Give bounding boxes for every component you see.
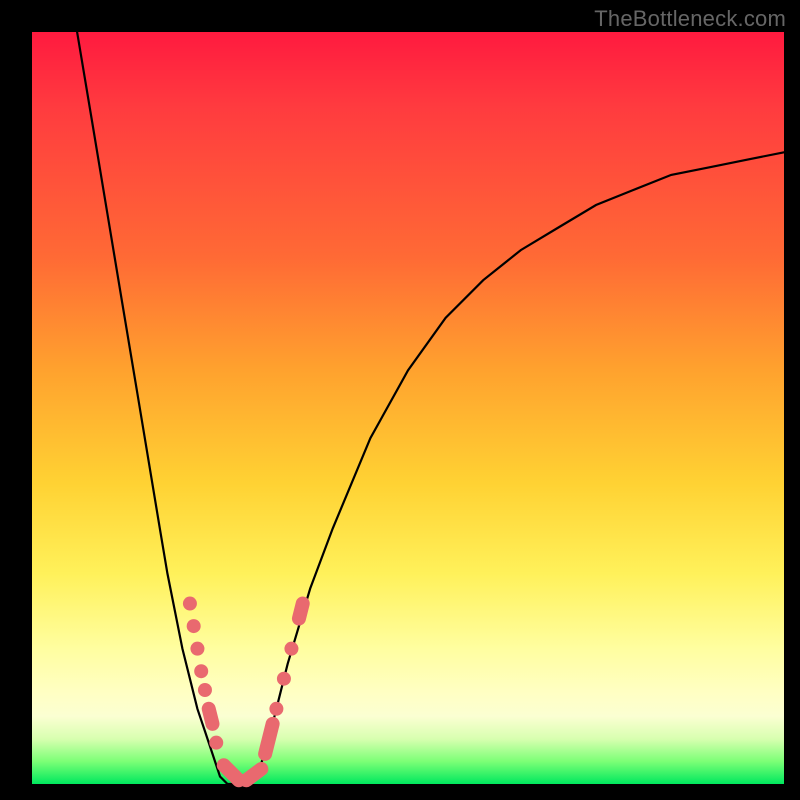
marker-pill bbox=[209, 709, 213, 724]
curve-layer bbox=[32, 32, 784, 784]
watermark-text: TheBottleneck.com bbox=[594, 6, 786, 32]
chart-frame: TheBottleneck.com bbox=[0, 0, 800, 800]
marker-dot bbox=[209, 736, 223, 750]
marker-dot bbox=[187, 619, 201, 633]
plot-area bbox=[32, 32, 784, 784]
marker-dot bbox=[277, 672, 291, 686]
marker-dot bbox=[198, 683, 212, 697]
bottleneck-curve bbox=[77, 32, 784, 784]
marker-dot bbox=[269, 702, 283, 716]
marker-pill bbox=[224, 765, 239, 780]
marker-dot bbox=[190, 642, 204, 656]
marker-dot bbox=[194, 664, 208, 678]
marker-pill bbox=[265, 724, 273, 754]
marker-pill bbox=[299, 604, 303, 619]
marker-dot bbox=[183, 597, 197, 611]
marker-dot bbox=[284, 642, 298, 656]
marker-pill bbox=[246, 769, 261, 780]
